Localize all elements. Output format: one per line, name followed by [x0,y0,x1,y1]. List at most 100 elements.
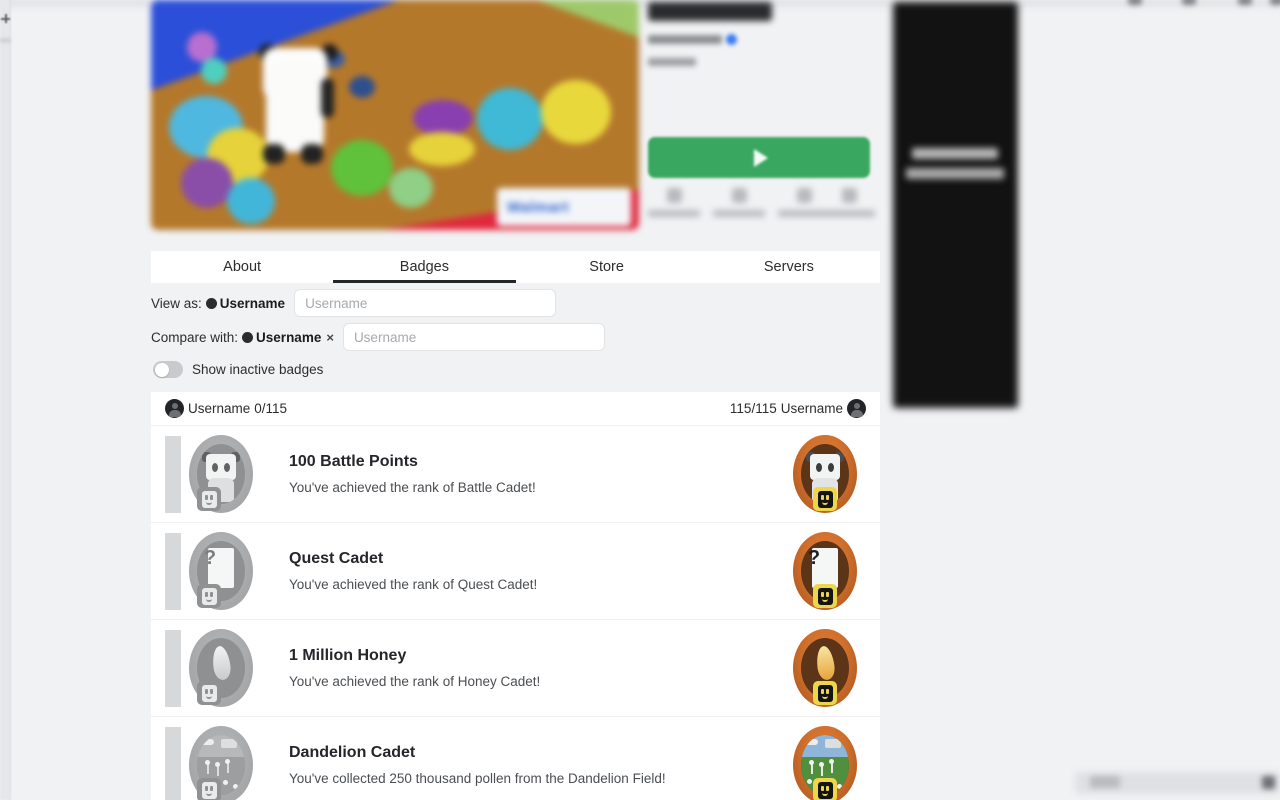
bee-chip-icon [197,778,221,800]
view-as-label: View as: [151,295,202,311]
bottom-status-chip [1090,776,1120,788]
bottom-status-icon[interactable] [1262,776,1275,789]
game-hero: Walmart [151,0,639,230]
badge-medal-earned: ? [789,532,861,610]
right-user-name: Username [780,401,843,416]
avatar-icon [242,331,254,343]
view-as-row: View as: Username [151,288,880,318]
toolbar-icon[interactable] [1270,0,1280,5]
badge-description: You've achieved the rank of Quest Cadet! [289,577,538,592]
view-as-chip-label: Username [219,295,286,311]
badge-list-header: Username 0/115 115/115 Username [151,392,880,425]
tab-about[interactable]: About [151,251,333,283]
game-stats-row [648,188,875,228]
tab-store-label: Store [589,259,624,275]
compare-with-input[interactable] [342,323,605,351]
right-user-badge: ? [770,532,880,610]
left-user-badge: ? [175,532,267,610]
badge-info: Quest Cadet You've achieved the rank of … [267,550,770,592]
rail-tick [0,38,11,43]
badge-filters: View as: Username Compare with: Username… [151,288,880,356]
badge-title: 1 Million Honey [289,647,407,664]
compare-with-chip-label: Username [256,329,322,345]
table-row[interactable]: 1 Million Honey You've achieved the rank… [151,619,880,716]
badge-description: You've achieved the rank of Battle Cadet… [289,480,536,495]
toolbar-icon[interactable] [1238,0,1252,5]
active-players-count [648,58,696,66]
close-icon[interactable]: × [326,331,334,344]
toolbar-icon[interactable] [1182,0,1196,5]
table-row[interactable]: 100 Battle Points You've achieved the ra… [151,425,880,522]
badge-medal-unearned [185,629,257,707]
view-as-input[interactable] [294,289,557,317]
compare-with-user-chip[interactable]: Username × [242,330,334,345]
thumbs-up-icon[interactable] [731,188,747,203]
more-label [823,210,875,217]
badge-description: You've collected 250 thousand pollen fro… [289,771,666,786]
badge-description: You've achieved the rank of Honey Cadet! [289,674,541,689]
toolbar-icon[interactable] [1128,0,1142,5]
toggle-knob [154,362,169,377]
badge-medal-unearned [185,726,257,800]
game-info-panel [648,0,880,230]
badge-glyph: ? [203,547,217,569]
share-icon[interactable] [796,188,812,203]
bee-chip-icon [813,681,837,705]
tab-servers[interactable]: Servers [698,251,880,283]
left-user-badge [175,435,267,513]
badge-medal-unearned [185,435,257,513]
tab-store[interactable]: Store [516,251,698,283]
left-user-badge [175,726,267,800]
badge-list: Username 0/115 115/115 Username 100 Batt… [151,392,880,800]
badge-info: Dandelion Cadet You've collected 250 tho… [267,744,770,786]
left-user-badge [175,629,267,707]
avatar-icon [205,297,217,309]
left-edge-rail [0,0,11,800]
right-user-count: 115/115 [729,401,777,416]
plus-icon[interactable] [1,14,10,23]
right-user-badge [770,726,880,800]
row-indicator [165,533,181,610]
game-creator[interactable] [648,35,722,44]
more-icon[interactable] [841,188,857,203]
badge-title: Quest Cadet [289,550,384,567]
play-icon [754,148,768,167]
advertisement-panel[interactable] [893,2,1018,408]
badge-medal-unearned: ? [185,532,257,610]
show-inactive-row: Show inactive badges [153,361,323,378]
row-indicator [165,436,181,513]
thumbnail-watermark: Walmart [497,188,631,226]
bee-chip-icon [197,487,221,511]
right-user-badge [770,435,880,513]
left-user-summary[interactable]: Username 0/115 [165,399,287,418]
badge-title: Dandelion Cadet [289,744,416,761]
show-inactive-toggle[interactable] [153,361,183,378]
table-row[interactable]: ? Quest Cadet You've achieved the rank o… [151,522,880,619]
view-as-user-chip[interactable]: Username [205,295,286,311]
advertisement-headline [912,148,998,159]
badge-medal-earned [789,629,861,707]
bee-chip-icon [197,681,221,705]
page-root: Walmart About Badges Store Servers View … [0,0,1280,800]
badge-glyph: ? [807,547,821,569]
favorite-label [648,210,700,217]
left-user-name: Username [188,401,251,416]
game-thumbnail[interactable]: Walmart [151,0,639,230]
section-tabs: About Badges Store Servers [151,251,880,283]
bee-chip-icon [197,584,221,608]
verified-badge-icon [726,34,737,45]
right-user-summary[interactable]: 115/115 Username [730,399,866,418]
bee-chip-icon [813,487,837,511]
watermark-text: Walmart [507,199,570,216]
favorite-icon[interactable] [666,188,682,203]
row-indicator [165,630,181,707]
play-button[interactable] [648,137,870,178]
bee-chip-icon [813,778,837,800]
badge-title: 100 Battle Points [289,453,418,470]
game-title [648,2,772,21]
tab-badges[interactable]: Badges [333,251,516,283]
table-row[interactable]: Dandelion Cadet You've collected 250 tho… [151,716,880,800]
likes-label [713,210,765,217]
show-inactive-label: Show inactive badges [192,362,324,377]
avatar-icon [847,399,866,418]
